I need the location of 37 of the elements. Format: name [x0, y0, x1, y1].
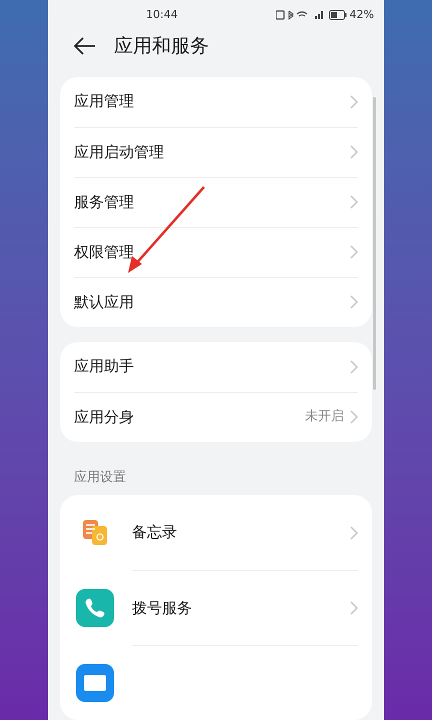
section-title: 应用设置: [73, 468, 127, 486]
row-label: 应用管理: [74, 91, 135, 112]
status-icons: [276, 10, 326, 20]
battery-level: 42%: [350, 7, 374, 24]
row-label: 应用分身: [74, 406, 135, 428]
settings-row[interactable]: 服务管理: [74, 176, 358, 226]
chevron-icon: [350, 94, 358, 108]
app-name: 拨号服务: [132, 598, 193, 619]
status-time: 10:44: [146, 7, 178, 24]
chevron-icon: [350, 601, 358, 615]
app-name: 备忘录: [132, 522, 178, 544]
chevron-icon: [350, 360, 358, 374]
settings-row[interactable]: 应用分身 未开启: [74, 392, 358, 442]
row-value: 未开启: [305, 408, 344, 426]
settings-row[interactable]: 应用助手: [74, 342, 358, 392]
row-label: 应用助手: [74, 356, 135, 378]
phone-icon: [76, 588, 114, 626]
chevron-icon: [350, 526, 358, 540]
chevron-icon: [350, 410, 358, 424]
chevron-icon: [350, 295, 358, 309]
page-title: 应用和服务: [114, 34, 209, 59]
settings-row[interactable]: 应用启动管理: [74, 126, 358, 176]
chevron-icon: [350, 145, 358, 159]
row-label: 应用启动管理: [74, 142, 165, 163]
chevron-icon: [350, 245, 358, 259]
back-icon[interactable]: [74, 37, 96, 56]
row-label: 权限管理: [74, 242, 135, 263]
chevron-icon: [350, 195, 358, 209]
settings-row[interactable]: 默认应用: [74, 276, 358, 326]
row-label: 默认应用: [74, 292, 135, 313]
mail-icon: [76, 664, 114, 702]
row-label: 服务管理: [74, 192, 135, 213]
app-row[interactable]: 备忘录: [76, 495, 358, 570]
app-row[interactable]: 拨号服务: [76, 570, 358, 645]
settings-row[interactable]: 应用管理: [74, 76, 358, 126]
notes-icon: [80, 518, 110, 548]
battery-icon: [328, 10, 347, 20]
